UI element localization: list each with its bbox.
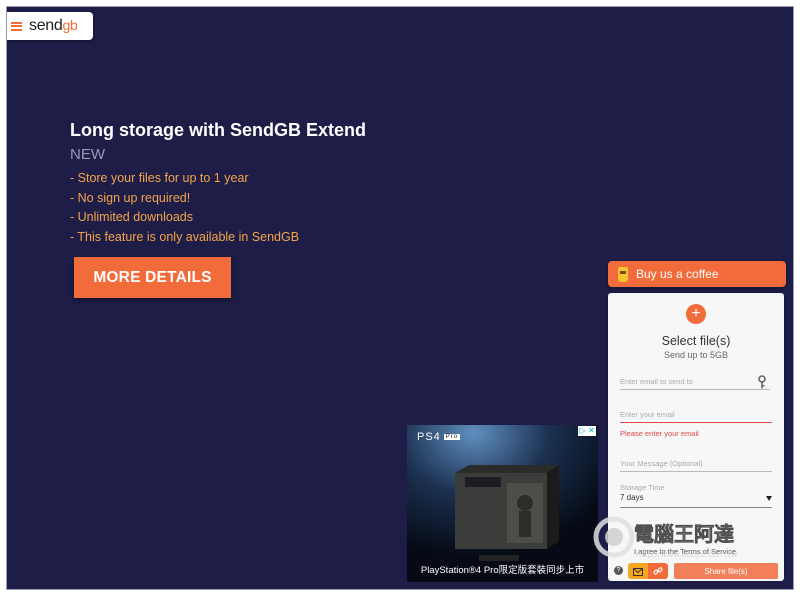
key-icon[interactable] (758, 375, 766, 389)
menu-icon[interactable] (11, 21, 22, 31)
select-files-title[interactable]: Select file(s) (608, 334, 784, 348)
feature-item: - No sign up required! (70, 190, 191, 205)
ad-banner[interactable]: PS4 Pro ▷ ✕ PlayStation®4 Pro限定版套裝同步上市 (407, 425, 598, 582)
watermark-logo: 電腦王阿達 http://www.koopc.com.tw (593, 516, 738, 559)
storage-time-value: 7 days (620, 493, 644, 502)
watermark-url: http://www.koopc.com.tw (636, 550, 738, 559)
add-files-button[interactable]: + (686, 304, 706, 324)
envelope-icon (633, 567, 643, 576)
coffee-cup-icon (618, 266, 628, 282)
buy-coffee-button[interactable]: Buy us a coffee (608, 261, 786, 287)
feature-item: - Unlimited downloads (70, 210, 193, 224)
pro-badge: Pro (443, 434, 461, 441)
feature-list: - Store your files for up to 1 year - No… (70, 169, 410, 247)
logo-text: send (29, 17, 63, 34)
ad-caption: PlayStation®4 Pro限定版套裝同步上市 (420, 565, 585, 576)
email-error-text: Please enter your email (620, 429, 699, 438)
sender-email-input[interactable] (620, 406, 772, 423)
watermark-title: 電腦王阿達 (634, 522, 734, 546)
app-frame: sendgb Long storage with SendGB Extend N… (6, 6, 794, 590)
ad-controls: ▷ ✕ (578, 426, 596, 436)
ad-brand: PS4 (417, 431, 441, 443)
message-input[interactable] (620, 455, 772, 472)
logo-card: sendgb (7, 12, 93, 40)
ad-product-image (407, 425, 598, 582)
feature-item: - This feature is only available in Send… (70, 229, 300, 244)
link-icon (653, 566, 663, 575)
help-icon[interactable]: ? (614, 566, 623, 575)
more-details-button[interactable]: MORE DETAILS (74, 257, 231, 298)
info-icon[interactable]: ▷ (578, 426, 587, 436)
close-icon[interactable]: ✕ (587, 426, 596, 436)
storage-time-select[interactable]: 7 days (620, 493, 772, 508)
new-badge: NEW (70, 146, 105, 163)
promo-section: Long storage with SendGB Extend NEW - St… (70, 120, 410, 247)
promo-title: Long storage with SendGB Extend (70, 120, 367, 140)
logo-accent: gb (62, 17, 78, 33)
feature-item: - Store your files for up to 1 year (70, 171, 249, 185)
ps4-logo: PS4 Pro (417, 431, 461, 443)
size-limit-text: Send up to 5GB (663, 350, 729, 360)
storage-time-label: Storage Time (620, 483, 665, 492)
chevron-down-icon (766, 496, 772, 501)
recipient-email-input[interactable] (620, 373, 770, 390)
logo[interactable]: sendgb (29, 17, 78, 35)
buy-coffee-label: Buy us a coffee (636, 267, 719, 281)
